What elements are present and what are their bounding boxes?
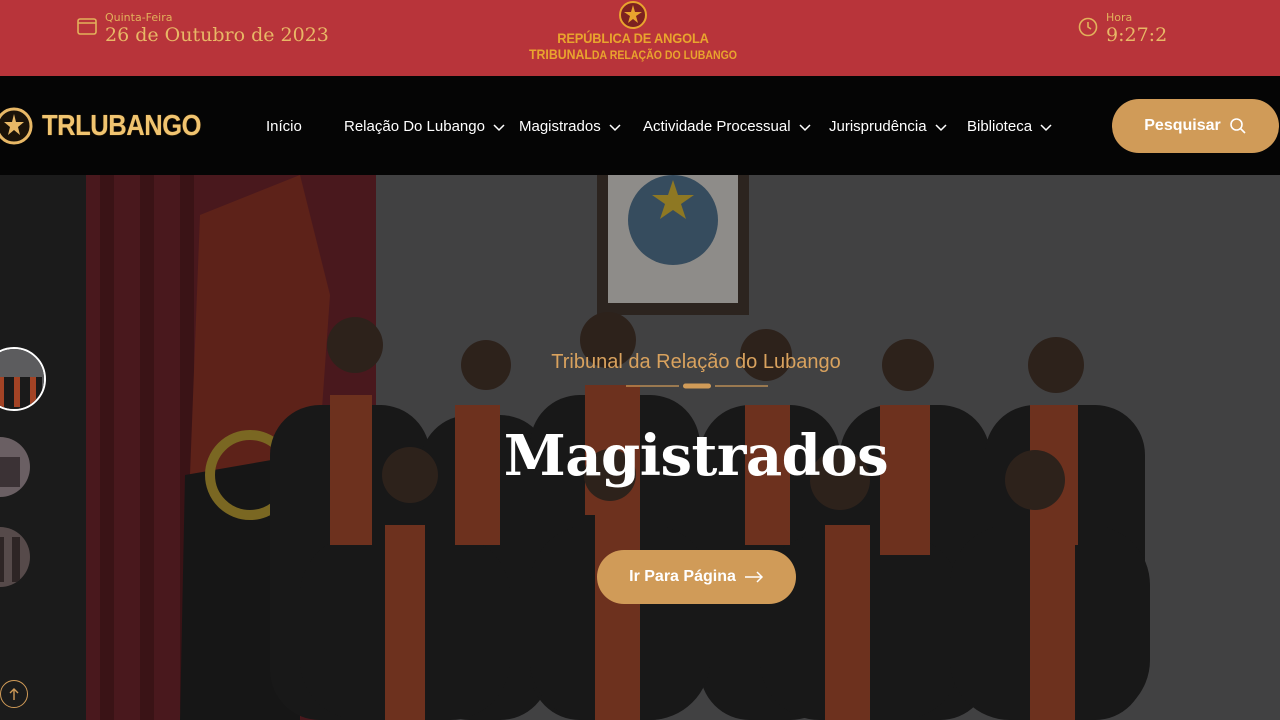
time-label: Hora: [1106, 11, 1133, 24]
nav-item-relacao-do-lubango[interactable]: Relação Do Lubango: [344, 114, 519, 138]
time-block: Hora 9:27:2: [1078, 11, 1167, 46]
primary-nav: Início Relação Do Lubango Magistrados Ac…: [266, 114, 1067, 138]
calendar-icon: [77, 18, 97, 35]
republic-emblem-heading: REPÚBLICA DE ANGOLA TRIBUNALDA RELAÇÃO D…: [510, 0, 756, 76]
hero-title: Magistrados: [503, 423, 889, 489]
go-to-page-button[interactable]: Ir Para Página: [597, 550, 796, 604]
logo-emblem-icon: [0, 107, 33, 145]
date-block: Quinta-Feira 26 de Outubro de 2023: [77, 11, 329, 46]
nav-item-actividade-processual[interactable]: Actividade Processual: [643, 114, 829, 138]
nav-item-jurisprudencia[interactable]: Jurisprudência: [829, 114, 967, 138]
weekday-label: Quinta-Feira: [105, 11, 173, 24]
chevron-down-icon: [799, 124, 811, 132]
arrow-right-icon: [744, 571, 763, 583]
hero-subtitle: Tribunal da Relação do Lubango: [551, 351, 841, 373]
chevron-down-icon: [609, 124, 621, 132]
emblem-relacao: DA RELAÇÃO DO LUBANGO: [591, 48, 738, 62]
nav-item-inicio[interactable]: Início: [266, 114, 344, 138]
nav-item-magistrados[interactable]: Magistrados: [519, 114, 643, 138]
arrow-up-icon: [9, 688, 19, 700]
search-button-label: Pesquisar: [1144, 117, 1221, 134]
nav-item-label: Início: [266, 117, 302, 135]
nav-item-biblioteca[interactable]: Biblioteca: [967, 114, 1067, 138]
chevron-down-icon: [1040, 124, 1052, 132]
current-date: 26 de Outubro de 2023: [105, 24, 329, 46]
logo-text: TRLUBANGO: [42, 109, 202, 142]
emblem-title-line2: TRIBUNALDA RELAÇÃO DO LUBANGO: [525, 46, 741, 64]
clock-icon: [1078, 17, 1098, 37]
nav-item-label: Biblioteca: [967, 117, 1033, 135]
current-time: 9:27:2: [1106, 24, 1168, 46]
nav-item-label: Relação Do Lubango: [344, 117, 485, 135]
emblem-title-line1: REPÚBLICA DE ANGOLA: [557, 30, 709, 46]
emblem-tribunal: TRIBUNAL: [528, 46, 592, 62]
angola-emblem-icon: [619, 1, 647, 29]
nav-item-label: Actividade Processual: [643, 117, 791, 135]
search-icon: [1229, 118, 1246, 134]
chevron-down-icon: [935, 124, 947, 132]
site-logo[interactable]: TRLUBANGO: [0, 102, 223, 150]
scroll-to-top-button[interactable]: [0, 680, 28, 708]
cta-label: Ir Para Página: [629, 568, 736, 585]
main-navbar: TRLUBANGO Início Relação Do Lubango Magi…: [0, 76, 1280, 175]
top-info-bar: Quinta-Feira 26 de Outubro de 2023 REPÚB…: [0, 0, 1280, 76]
title-divider: [626, 383, 768, 389]
chevron-down-icon: [493, 124, 505, 132]
nav-item-label: Magistrados: [519, 117, 601, 135]
search-button[interactable]: Pesquisar: [1112, 99, 1279, 153]
hero-slider: Tribunal da Relação do Lubango Magistrad…: [0, 175, 1280, 720]
nav-item-label: Jurisprudência: [829, 117, 927, 135]
